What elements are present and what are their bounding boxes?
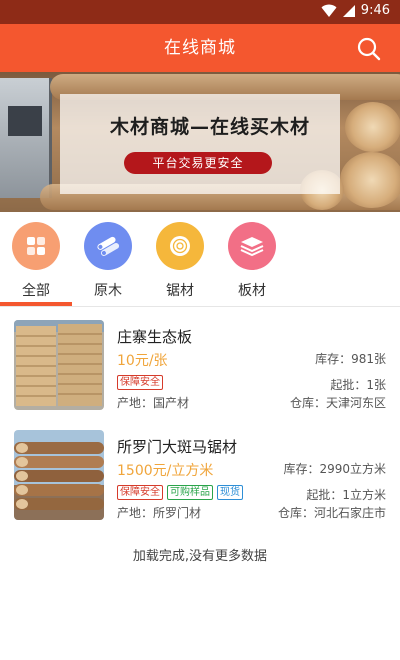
page-title: 在线商城 bbox=[164, 38, 236, 58]
product-origin: 产地：所罗门材 bbox=[117, 506, 202, 520]
product-stock: 库存：981张 bbox=[315, 352, 386, 366]
wifi-icon bbox=[321, 4, 337, 18]
tab-label: 板材 bbox=[238, 283, 266, 299]
status-icons: 9:46 bbox=[321, 3, 390, 18]
product-tags: 保障安全 bbox=[117, 375, 163, 390]
product-price: 1500元/立方米 bbox=[117, 463, 214, 479]
product-min-order: 起批：1张 bbox=[330, 378, 386, 392]
sawn-wood-icon bbox=[156, 222, 204, 270]
product-tags: 保障安全 可购样品 现货 bbox=[117, 485, 243, 500]
tab-all[interactable]: 全部 bbox=[4, 222, 68, 300]
tab-label: 锯材 bbox=[166, 283, 194, 299]
banner-log-end bbox=[340, 152, 400, 208]
tab-board[interactable]: 板材 bbox=[220, 222, 284, 300]
product-name: 所罗门大斑马锯材 bbox=[117, 438, 238, 456]
board-stack-icon bbox=[228, 222, 276, 270]
tag-badge: 保障安全 bbox=[117, 485, 163, 500]
banner-headline: 木材商城—在线买木材 bbox=[109, 116, 310, 138]
banner-panel bbox=[60, 94, 340, 194]
product-stock: 库存：2990立方米 bbox=[283, 462, 386, 476]
signal-icon bbox=[342, 4, 355, 18]
tab-sawn-timber[interactable]: 锯材 bbox=[148, 222, 212, 300]
divider bbox=[0, 306, 400, 307]
banner-subline: 平台交易更安全 bbox=[124, 152, 272, 174]
product-image-log-pile bbox=[14, 430, 104, 520]
search-button[interactable] bbox=[356, 36, 382, 62]
product-name: 庄寨生态板 bbox=[117, 328, 193, 346]
product-price: 10元/张 bbox=[117, 353, 168, 369]
tag-badge: 保障安全 bbox=[117, 375, 163, 390]
promo-banner[interactable]: 木材商城—在线买木材 平台交易更安全 bbox=[0, 72, 400, 212]
product-item[interactable]: 庄寨生态板 10元/张 库存：981张 保障安全 起批：1张 产地：国产材 仓库… bbox=[0, 320, 400, 430]
product-warehouse: 仓库：天津河东区 bbox=[289, 396, 386, 410]
status-time: 9:46 bbox=[360, 3, 390, 18]
product-warehouse: 仓库：河北石家庄市 bbox=[277, 506, 386, 520]
category-tabs: 全部 原木 锯材 板材 bbox=[0, 212, 400, 312]
load-complete-text: 加载完成,没有更多数据 bbox=[132, 549, 268, 564]
grid-icon bbox=[12, 222, 60, 270]
tag-badge: 现货 bbox=[217, 485, 243, 500]
search-icon bbox=[357, 37, 381, 61]
tab-label: 全部 bbox=[22, 283, 50, 299]
banner-log-end bbox=[345, 102, 400, 152]
product-origin: 产地：国产材 bbox=[117, 396, 190, 410]
app-bar: 在线商城 bbox=[0, 24, 400, 72]
truck-image bbox=[0, 78, 52, 198]
product-min-order: 起批：1立方米 bbox=[306, 488, 386, 502]
tab-raw-log[interactable]: 原木 bbox=[76, 222, 140, 300]
product-image-board-stack bbox=[14, 320, 104, 410]
tag-badge: 可购样品 bbox=[167, 485, 213, 500]
status-bar: 9:46 bbox=[0, 0, 400, 24]
tab-label: 原木 bbox=[94, 283, 122, 299]
product-item[interactable]: 所罗门大斑马锯材 1500元/立方米 库存：2990立方米 保障安全 可购样品 … bbox=[0, 430, 400, 540]
log-icon bbox=[84, 222, 132, 270]
